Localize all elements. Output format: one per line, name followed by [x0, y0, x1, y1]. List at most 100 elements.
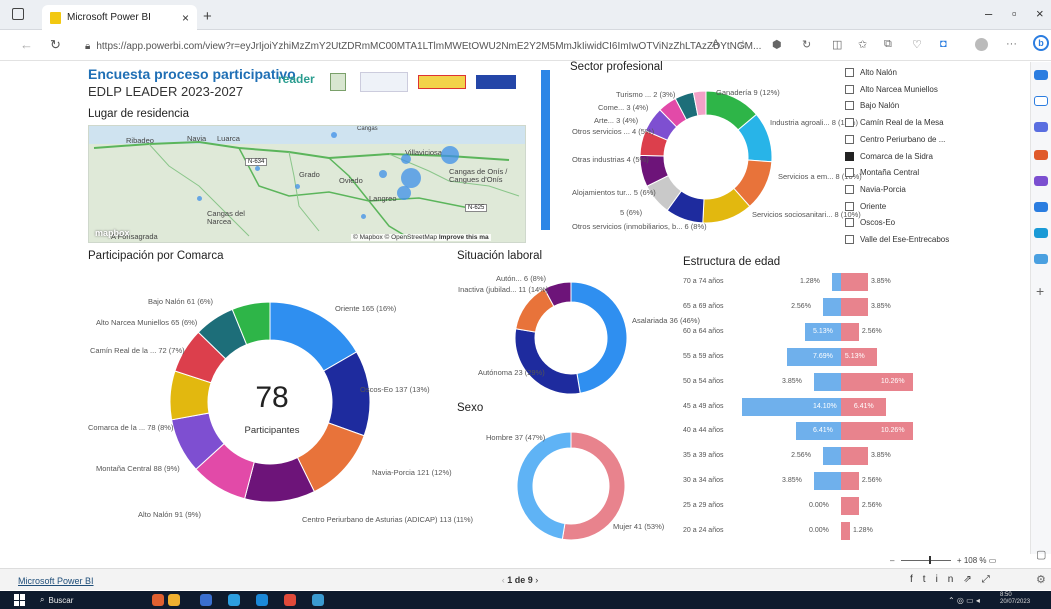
checkbox-icon[interactable] — [845, 235, 854, 244]
age-bar-right[interactable] — [841, 447, 868, 466]
age-bar-left[interactable] — [823, 447, 841, 466]
profile-avatar[interactable] — [975, 38, 988, 51]
sidebar-office-icon[interactable] — [1034, 202, 1048, 212]
map-bubble[interactable] — [361, 214, 366, 219]
map-bubble[interactable] — [401, 154, 411, 164]
collections-icon[interactable]: ⧉ — [884, 38, 892, 51]
new-tab-icon[interactable]: + — [203, 8, 212, 25]
zoom-plus-icon[interactable]: + — [957, 556, 962, 565]
extension-icon[interactable]: ⬢ — [772, 38, 782, 51]
donut-sexo-chart[interactable] — [517, 432, 625, 540]
taskbar-app-icon[interactable] — [228, 594, 240, 606]
slicer-item[interactable]: Navia-Porcia — [845, 184, 906, 194]
map-residence[interactable]: Ribadeo Navia Luarca Cangas del Narcea G… — [88, 125, 526, 243]
donut-sector-chart[interactable] — [640, 91, 772, 223]
taskbar-app-icon[interactable] — [284, 594, 296, 606]
refresh-icon[interactable]: ↻ — [50, 37, 61, 53]
refresh-extension-icon[interactable]: ↻ — [802, 38, 811, 51]
windows-start-icon[interactable] — [14, 594, 26, 606]
edge-taskbar-icon[interactable] — [256, 594, 268, 606]
sidebar-outlook-icon[interactable] — [1034, 228, 1048, 238]
improve-map-link[interactable]: Improve this ma — [439, 234, 489, 241]
checkbox-icon[interactable] — [845, 201, 854, 211]
sexo-slice-1[interactable] — [517, 432, 572, 540]
favorites-icon[interactable]: ✩ — [858, 38, 867, 51]
facebook-icon[interactable]: f — [910, 574, 923, 585]
read-aloud-icon[interactable]: A — [712, 38, 719, 50]
sidebar-tools-icon[interactable] — [1034, 122, 1048, 132]
checkbox-icon[interactable] — [845, 184, 854, 194]
tab-actions-icon[interactable] — [12, 8, 24, 20]
slicer-item[interactable]: Centro Periurbano de ... — [845, 134, 945, 144]
map-bubble[interactable] — [255, 166, 260, 171]
copilot-icon[interactable]: b — [1033, 35, 1049, 51]
sidebar-search-icon[interactable] — [1034, 96, 1048, 106]
checkbox-icon[interactable] — [845, 84, 854, 94]
page-navigator[interactable]: ‹ 1 de 9 › — [470, 575, 570, 585]
slicer-item[interactable]: Alto Narcea Muniellos — [845, 84, 938, 94]
age-bar-right[interactable] — [841, 297, 868, 316]
sidebar-shopping-icon[interactable] — [1034, 150, 1048, 160]
slicer-item[interactable]: Comarca de la Sidra — [845, 151, 933, 161]
taskbar-app-icon[interactable] — [168, 594, 180, 606]
power-bi-link[interactable]: Microsoft Power BI — [18, 576, 94, 586]
taskbar-app-icon[interactable] — [312, 594, 324, 606]
age-bar-left[interactable] — [814, 372, 841, 391]
checkbox-icon[interactable] — [845, 134, 854, 144]
restore-icon[interactable]: ▫ — [1012, 6, 1017, 21]
map-bubble[interactable] — [397, 186, 411, 200]
fit-page-icon[interactable]: ▭ — [989, 556, 997, 565]
next-page-icon[interactable]: › — [535, 575, 538, 585]
taskbar-app-icon[interactable] — [152, 594, 164, 606]
checkbox-icon[interactable] — [845, 151, 854, 161]
sidebar-add-icon[interactable]: + — [1036, 283, 1044, 299]
zoom-minus-icon[interactable]: – — [890, 556, 894, 565]
close-tab-icon[interactable]: × — [182, 11, 189, 25]
slicer-item[interactable]: Oriente — [845, 201, 886, 211]
checkbox-icon[interactable] — [845, 218, 854, 228]
favorite-star-icon[interactable]: ☆ — [738, 38, 748, 51]
age-bar-left[interactable] — [832, 273, 841, 291]
checkbox-icon[interactable] — [845, 68, 854, 77]
slicer-item[interactable]: Camín Real de la Mesa — [845, 118, 944, 128]
prev-page-icon[interactable]: ‹ — [502, 575, 505, 585]
map-bubble[interactable] — [197, 196, 202, 201]
fullscreen-icon[interactable]: ▢ — [1036, 548, 1046, 561]
performance-icon[interactable]: ♡ — [912, 38, 922, 51]
clock[interactable]: 8:50 20/07/2023 — [1000, 592, 1030, 606]
settings-gear-icon[interactable]: ⚙ — [1036, 573, 1046, 586]
sidebar-designer-icon[interactable] — [1034, 254, 1048, 264]
age-bar-left[interactable] — [814, 472, 841, 491]
age-bar-right[interactable] — [841, 322, 859, 341]
map-bubble[interactable] — [295, 184, 300, 189]
age-bar-right[interactable] — [841, 273, 868, 291]
slicer-item[interactable]: Bajo Nalón — [845, 101, 899, 111]
back-icon[interactable]: ← — [20, 37, 33, 52]
taskbar-search[interactable]: ⌕ Buscar — [40, 592, 140, 608]
more-options-icon[interactable]: ··· — [1006, 38, 1017, 50]
zoom-control[interactable]: – + 108 % ▭ — [890, 556, 996, 565]
browser-essentials-icon[interactable]: ◘ — [940, 38, 947, 50]
age-bar-right[interactable] — [841, 472, 859, 491]
map-bubble[interactable] — [331, 132, 337, 138]
slicer-item[interactable]: Alto Nalón — [845, 68, 897, 77]
age-bar-left[interactable] — [823, 297, 841, 316]
url-field[interactable]: 🔒︎ https://app.powerbi.com/view?r=eyJrIj… — [85, 36, 805, 57]
map-bubble[interactable] — [441, 146, 459, 164]
map-bubble[interactable] — [401, 168, 421, 188]
split-screen-icon[interactable]: ◫ — [832, 38, 842, 51]
checkbox-icon[interactable] — [845, 118, 854, 128]
twitter-icon[interactable]: t — [923, 574, 936, 585]
system-tray[interactable]: ⌃ ◎ ▭ ◂ — [948, 596, 980, 605]
laboral-slice-1[interactable] — [515, 328, 581, 394]
checkbox-icon[interactable] — [845, 101, 854, 111]
age-bar-right[interactable] — [841, 497, 859, 516]
close-window-icon[interactable]: × — [1036, 6, 1044, 21]
laboral-slice-0[interactable] — [570, 282, 627, 394]
checkbox-icon[interactable] — [845, 168, 854, 178]
sidebar-notify-icon[interactable] — [1034, 70, 1048, 80]
slicer-item[interactable]: Oscos-Eo — [845, 218, 895, 228]
tab-power-bi[interactable]: Microsoft Power BI × — [42, 5, 197, 30]
linkedin-icon[interactable]: in — [936, 574, 964, 585]
expand-icon[interactable]: ⤢ — [982, 574, 1000, 585]
